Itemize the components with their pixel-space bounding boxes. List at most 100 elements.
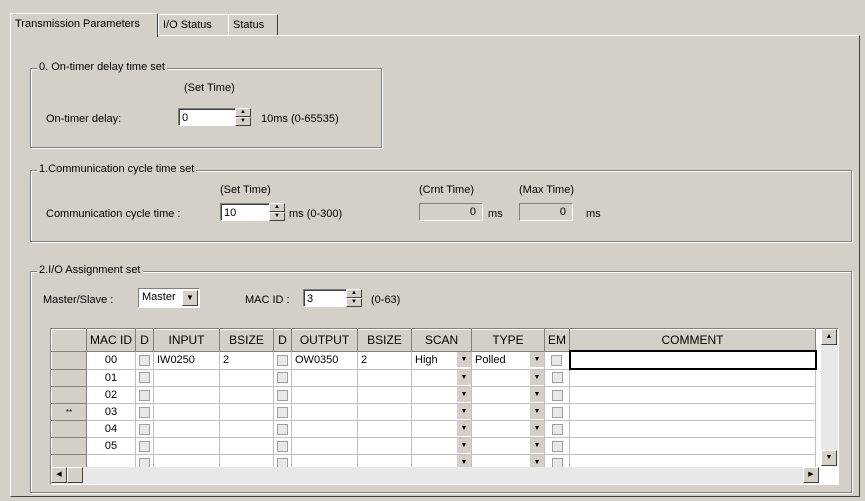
mac-id-spinner[interactable]: ▲ ▼	[346, 289, 362, 307]
bsize-in-cell[interactable]	[219, 420, 274, 438]
bsize-out-cell[interactable]	[357, 368, 412, 387]
table-row[interactable]: 05 ▼ ▼	[51, 437, 816, 455]
col-header-scan[interactable]: SCAN	[411, 329, 472, 352]
checkbox-icon[interactable]	[551, 423, 563, 435]
up-arrow-icon[interactable]: ▲	[235, 108, 251, 117]
chevron-down-icon[interactable]: ▼	[456, 438, 471, 453]
col-header-type[interactable]: TYPE	[471, 329, 545, 352]
up-arrow-icon[interactable]: ▲	[269, 203, 285, 212]
col-header-d-in[interactable]: D	[135, 329, 154, 352]
mac-id-cell[interactable]: 00	[86, 350, 136, 370]
chevron-down-icon[interactable]: ▼	[456, 352, 471, 367]
d-in-checkbox[interactable]	[135, 403, 154, 421]
checkbox-icon[interactable]	[551, 440, 563, 452]
em-checkbox[interactable]	[544, 403, 570, 421]
checkbox-icon[interactable]	[551, 354, 563, 366]
em-checkbox[interactable]	[544, 420, 570, 438]
bsize-in-cell[interactable]	[219, 403, 274, 421]
scan-cell[interactable]: ▼	[411, 368, 472, 387]
chevron-down-icon[interactable]: ▼	[456, 387, 471, 402]
output-cell[interactable]	[291, 368, 358, 387]
comm-cycle-input[interactable]: 10	[220, 203, 270, 221]
checkbox-icon[interactable]	[277, 406, 288, 418]
checkbox-icon[interactable]	[277, 372, 288, 384]
input-cell[interactable]	[153, 420, 220, 438]
comment-cell[interactable]	[569, 403, 816, 421]
io-assignment-grid[interactable]: MAC ID D INPUT BSIZE D OUTPUT BSIZE SCAN…	[50, 328, 839, 485]
tab-transmission-parameters[interactable]: Transmission Parameters	[10, 13, 158, 37]
output-cell[interactable]	[291, 386, 358, 404]
d-out-checkbox[interactable]	[273, 350, 292, 370]
output-cell[interactable]: OW0350	[291, 350, 358, 370]
tab-status[interactable]: Status	[228, 14, 278, 35]
output-cell[interactable]	[291, 437, 358, 455]
col-header-input[interactable]: INPUT	[153, 329, 220, 352]
d-out-checkbox[interactable]	[273, 420, 292, 438]
checkbox-icon[interactable]	[139, 389, 150, 401]
bsize-out-cell[interactable]	[357, 403, 412, 421]
bsize-in-cell[interactable]	[219, 368, 274, 387]
chevron-down-icon[interactable]: ▼	[529, 387, 544, 402]
comment-cell[interactable]	[569, 386, 816, 404]
d-in-checkbox[interactable]	[135, 350, 154, 370]
checkbox-icon[interactable]	[139, 440, 150, 452]
table-row[interactable]: 02 ▼ ▼	[51, 386, 816, 404]
bsize-out-cell[interactable]	[357, 437, 412, 455]
type-cell[interactable]: ▼	[471, 368, 545, 387]
col-header-comment[interactable]: COMMENT	[569, 329, 816, 352]
horizontal-scrollbar[interactable]: ◀ ▶	[51, 467, 819, 484]
chevron-down-icon[interactable]: ▼	[529, 352, 544, 367]
down-arrow-icon[interactable]: ▼	[269, 212, 285, 221]
table-row[interactable]: 04 ▼ ▼	[51, 420, 816, 438]
mac-id-cell[interactable]: 01	[86, 368, 136, 387]
chevron-down-icon[interactable]: ▼	[529, 438, 544, 453]
d-out-checkbox[interactable]	[273, 386, 292, 404]
input-cell[interactable]	[153, 403, 220, 421]
chevron-down-icon[interactable]: ▼	[182, 290, 198, 306]
d-in-checkbox[interactable]	[135, 437, 154, 455]
down-arrow-icon[interactable]: ▼	[235, 117, 251, 126]
em-checkbox[interactable]	[544, 386, 570, 404]
down-arrow-icon[interactable]: ▼	[346, 298, 362, 307]
table-row[interactable]: 00 IW0250 2 OW0350 2 High ▼ Polled ▼	[51, 350, 817, 370]
vertical-scrollbar[interactable]: ▲ ▼	[821, 329, 838, 466]
col-header-d-out[interactable]: D	[273, 329, 292, 352]
em-checkbox[interactable]	[544, 437, 570, 455]
input-cell[interactable]	[153, 437, 220, 455]
scroll-left-icon[interactable]: ◀	[51, 467, 67, 483]
chevron-down-icon[interactable]: ▼	[456, 421, 471, 436]
type-cell[interactable]: ▼	[471, 437, 545, 455]
chevron-down-icon[interactable]: ▼	[456, 404, 471, 419]
tab-io-status[interactable]: I/O Status	[158, 14, 232, 35]
d-in-checkbox[interactable]	[135, 368, 154, 387]
comment-cell[interactable]	[569, 368, 816, 387]
up-arrow-icon[interactable]: ▲	[346, 289, 362, 298]
checkbox-icon[interactable]	[277, 354, 288, 366]
type-cell[interactable]: ▼	[471, 386, 545, 404]
chevron-down-icon[interactable]: ▼	[456, 369, 471, 385]
checkbox-icon[interactable]	[277, 389, 288, 401]
bsize-out-cell[interactable]	[357, 386, 412, 404]
mac-id-cell[interactable]: 02	[86, 386, 136, 404]
scroll-down-icon[interactable]: ▼	[821, 450, 837, 466]
checkbox-icon[interactable]	[551, 372, 563, 384]
type-cell[interactable]: ▼	[471, 420, 545, 438]
scroll-thumb[interactable]	[67, 467, 83, 483]
bsize-in-cell[interactable]: 2	[219, 350, 274, 370]
chevron-down-icon[interactable]: ▼	[529, 369, 544, 385]
type-cell[interactable]: Polled ▼	[471, 350, 545, 370]
checkbox-icon[interactable]	[551, 389, 563, 401]
d-in-checkbox[interactable]	[135, 420, 154, 438]
table-row[interactable]: 01 ▼ ▼	[51, 368, 816, 387]
comment-cell[interactable]	[569, 437, 816, 455]
master-slave-select[interactable]: Master ▼	[138, 288, 200, 308]
checkbox-icon[interactable]	[139, 372, 150, 384]
comm-cycle-spinner[interactable]: ▲ ▼	[269, 203, 285, 221]
scroll-up-icon[interactable]: ▲	[821, 329, 837, 345]
on-timer-spinner[interactable]: ▲ ▼	[235, 108, 251, 126]
scan-cell[interactable]: High ▼	[411, 350, 472, 370]
mac-id-cell[interactable]: 03	[86, 403, 136, 421]
checkbox-icon[interactable]	[277, 440, 288, 452]
chevron-down-icon[interactable]: ▼	[529, 404, 544, 419]
mac-id-cell[interactable]: 05	[86, 437, 136, 455]
